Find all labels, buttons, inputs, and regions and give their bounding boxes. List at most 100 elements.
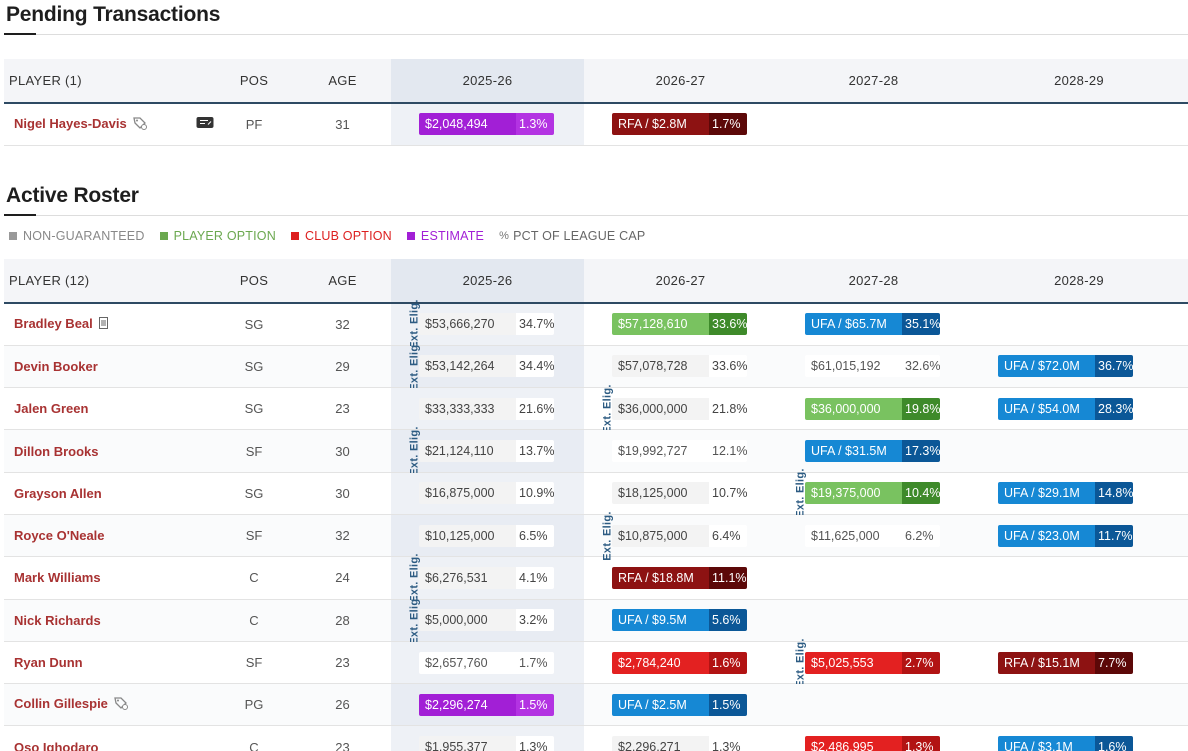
salary-amount: $2,784,240 — [612, 651, 709, 674]
player-name-link[interactable]: Jalen Green — [4, 387, 214, 431]
player-name[interactable]: Mark Williams — [14, 570, 101, 585]
salary-pill[interactable]: $16,875,000 10.9% — [419, 482, 554, 505]
player-name-link[interactable]: Bradley Beal — [4, 303, 214, 346]
salary-cell-2026-27: $36,000,000 21.8% Ext. Elig. — [584, 384, 777, 433]
salary-pill[interactable]: RFA / $15.1M 7.7% — [998, 651, 1133, 674]
salary-pill[interactable]: $33,333,333 21.6% — [419, 397, 554, 420]
ticket-icon[interactable] — [196, 117, 214, 132]
col-header-pos[interactable]: POS — [214, 59, 294, 103]
salary-pill[interactable]: $21,124,110 13.7% — [419, 440, 554, 463]
salary-pill[interactable]: UFA / $9.5M 5.6% — [612, 609, 747, 632]
player-name-link[interactable]: Nick Richards — [4, 599, 214, 642]
price-tag-icon[interactable] — [114, 696, 128, 713]
col-header-2027-28[interactable]: 2027-28 — [777, 59, 970, 103]
player-name-link[interactable]: Devin Booker — [4, 345, 214, 389]
salary-pill[interactable]: $18,125,000 10.7% — [612, 482, 747, 505]
cap-percent: 3.2% — [516, 609, 554, 632]
salary-pill[interactable]: $2,657,760 1.7% — [419, 651, 554, 674]
player-name-link[interactable]: Royce O'Neale — [4, 514, 214, 558]
salary-pill[interactable]: $11,625,000 6.2% — [805, 524, 940, 547]
salary-pill[interactable]: UFA / $2.5M 1.5% — [612, 693, 747, 716]
salary-pill[interactable]: UFA / $65.7M 35.1% — [805, 313, 940, 336]
salary-pill[interactable]: RFA / $2.8M 1.7% — [612, 113, 747, 136]
col-header-2025-26[interactable]: 2025-26 — [391, 59, 584, 103]
player-name-link[interactable]: Collin Gillespie — [4, 683, 214, 727]
salary-pill[interactable]: $19,375,000 10.4% — [805, 482, 940, 505]
salary-pill[interactable]: $36,000,000 19.8% — [805, 397, 940, 420]
col-header-2026-27[interactable]: 2026-27 — [584, 59, 777, 103]
salary-pill[interactable]: UFA / $31.5M 17.3% — [805, 440, 940, 463]
cap-percent: 19.8% — [902, 397, 940, 420]
player-name[interactable]: Royce O'Neale — [14, 528, 105, 543]
salary-pill[interactable]: $1,955,377 1.3% — [419, 736, 554, 751]
salary-pill[interactable]: $5,000,000 3.2% — [419, 609, 554, 632]
salary-pill[interactable]: $5,025,553 2.7% — [805, 651, 940, 674]
cap-percent: 33.6% — [709, 355, 747, 378]
salary-pill[interactable]: $10,875,000 6.4% — [612, 524, 747, 547]
player-name-link[interactable]: Oso Ighodaro — [4, 725, 214, 751]
player-name[interactable]: Nick Richards — [14, 613, 101, 628]
col-header-age[interactable]: AGE — [294, 59, 391, 103]
salary-pill[interactable]: $36,000,000 21.8% — [612, 397, 747, 420]
salary-pill[interactable]: UFA / $23.0M 11.7% — [998, 524, 1133, 547]
cap-percent: 1.3% — [902, 736, 940, 751]
salary-pill[interactable]: $2,784,240 1.6% — [612, 651, 747, 674]
salary-cell-2026-27: $18,125,000 10.7% — [584, 472, 777, 515]
player-age: 23 — [294, 387, 391, 431]
col-header-2028-29[interactable]: 2028-29 — [970, 59, 1188, 103]
salary-pill[interactable]: UFA / $3.1M 1.6% — [998, 736, 1133, 751]
player-name-link[interactable]: Mark Williams — [4, 556, 214, 600]
salary-pill[interactable]: UFA / $54.0M 28.3% — [998, 397, 1133, 420]
document-icon[interactable] — [98, 317, 108, 332]
player-name[interactable]: Jalen Green — [14, 401, 88, 416]
salary-pill[interactable]: $53,666,270 34.7% — [419, 313, 554, 336]
player-name[interactable]: Devin Booker — [14, 359, 98, 374]
col-header-2025-26[interactable]: 2025-26 — [391, 259, 584, 303]
player-name-link[interactable]: Ryan Dunn — [4, 641, 214, 685]
player-name[interactable]: Grayson Allen — [14, 486, 102, 501]
player-name[interactable]: Ryan Dunn — [14, 655, 83, 670]
player-pos: C — [214, 725, 294, 751]
salary-cell-2028-29 — [970, 599, 1188, 642]
salary-pill[interactable]: $57,078,728 33.6% — [612, 355, 747, 378]
salary-pill[interactable]: $61,015,192 32.6% — [805, 355, 940, 378]
player-name[interactable]: Nigel Hayes-Davis — [14, 116, 127, 131]
salary-pill[interactable]: $10,125,000 6.5% — [419, 524, 554, 547]
salary-pill[interactable]: $2,048,494 1.3% — [419, 113, 554, 136]
salary-pill[interactable]: $2,296,274 1.5% — [419, 693, 554, 716]
legend-item: CLUB OPTION — [290, 229, 392, 243]
salary-pill[interactable]: $53,142,264 34.4% — [419, 355, 554, 378]
salary-cell-2026-27: UFA / $9.5M 5.6% — [584, 599, 777, 642]
salary-pill[interactable]: $6,276,531 4.1% — [419, 566, 554, 589]
cap-percent: 1.5% — [709, 693, 747, 716]
salary-pill[interactable]: UFA / $29.1M 14.8% — [998, 482, 1133, 505]
salary-pill[interactable]: $19,992,727 12.1% — [612, 440, 747, 463]
salary-amount: $19,992,727 — [612, 440, 709, 463]
salary-cell-2027-28: $11,625,000 6.2% — [777, 514, 970, 558]
salary-pill[interactable]: $2,296,271 1.3% — [612, 736, 747, 751]
salary-pill[interactable]: $57,128,610 33.6% — [612, 313, 747, 336]
col-header-age[interactable]: AGE — [294, 259, 391, 303]
price-tag-icon[interactable] — [132, 116, 147, 133]
legend-item: PLAYER OPTION — [159, 229, 276, 243]
col-header-2027-28[interactable]: 2027-28 — [777, 259, 970, 303]
col-header-pos[interactable]: POS — [214, 259, 294, 303]
salary-pill[interactable]: $2,486,995 1.3% — [805, 736, 940, 751]
col-header-2028-29[interactable]: 2028-29 — [970, 259, 1188, 303]
player-name[interactable]: Collin Gillespie — [14, 696, 108, 711]
player-pos: SG — [214, 345, 294, 389]
col-header-player[interactable]: PLAYER (12) — [4, 259, 214, 303]
player-name[interactable]: Dillon Brooks — [14, 444, 99, 459]
salary-cell-2027-28: $19,375,000 10.4% Ext. Elig. — [777, 469, 970, 518]
player-name[interactable]: Bradley Beal — [14, 316, 93, 331]
player-name-link[interactable]: Dillon Brooks — [4, 429, 214, 473]
player-name-link[interactable]: Grayson Allen — [4, 472, 214, 515]
salary-amount: $33,333,333 — [419, 397, 516, 420]
col-header-player[interactable]: PLAYER (1) — [4, 59, 214, 103]
player-age: 28 — [294, 599, 391, 642]
player-name-link[interactable]: Nigel Hayes-Davis — [4, 103, 214, 146]
col-header-2026-27[interactable]: 2026-27 — [584, 259, 777, 303]
salary-pill[interactable]: RFA / $18.8M 11.1% — [612, 566, 747, 589]
salary-pill[interactable]: UFA / $72.0M 36.7% — [998, 355, 1133, 378]
player-name[interactable]: Oso Ighodaro — [14, 740, 99, 751]
